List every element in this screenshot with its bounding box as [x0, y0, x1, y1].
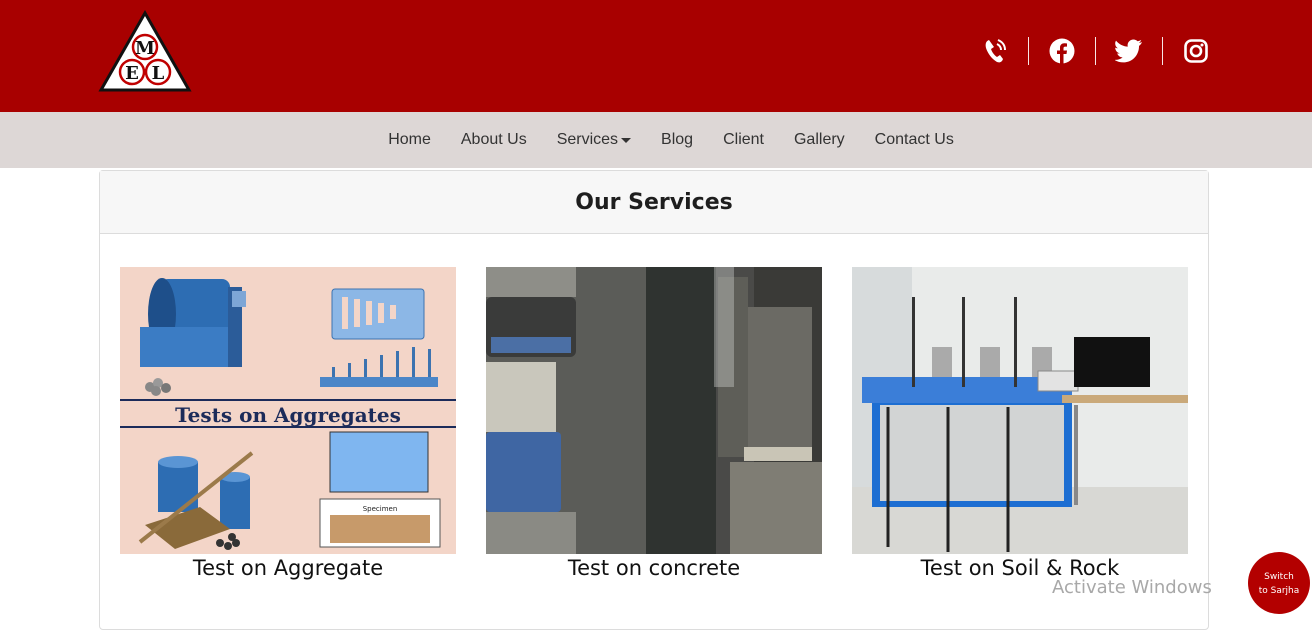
nav-blog[interactable]: Blog [646, 112, 708, 168]
main-navbar: Home About Us Services Blog Client Galle… [0, 112, 1312, 168]
nav-gallery-label: Gallery [793, 131, 845, 148]
nav-blog-label: Blog [661, 131, 694, 148]
nav-about-label: About Us [460, 131, 527, 148]
services-title: Our Services [575, 189, 733, 215]
facebook-icon[interactable] [1029, 36, 1095, 66]
service-caption-concrete[interactable]: Test on concrete [486, 556, 822, 580]
logo-letter-e: E [125, 63, 139, 84]
social-divider [1095, 37, 1096, 65]
twitter-icon[interactable] [1096, 36, 1162, 66]
services-header: Our Services [100, 171, 1208, 234]
nav-contact-us[interactable]: Contact Us [860, 112, 969, 168]
caret-down-icon [621, 137, 632, 143]
switch-label-line2: to Sarjha [1258, 586, 1300, 596]
nav-about-us[interactable]: About Us [446, 112, 542, 168]
specimen-label: Specimen [363, 505, 398, 513]
nav-client-label: Client [723, 131, 764, 148]
nav-menu: Home About Us Services Blog Client Galle… [0, 112, 1312, 168]
nav-home[interactable]: Home [373, 112, 446, 168]
service-caption-aggregate[interactable]: Test on Aggregate [120, 556, 456, 580]
services-card: Our Services Tests on Aggregates Specime… [99, 170, 1209, 630]
nav-home-label: Home [388, 131, 431, 148]
soil-rock-test-image[interactable] [852, 267, 1188, 554]
service-tile-concrete[interactable]: Test on concrete [486, 267, 822, 580]
nav-gallery[interactable]: Gallery [779, 112, 860, 168]
service-tile-aggregate[interactable]: Tests on Aggregates Specimen Test on Agg… [120, 267, 456, 580]
social-divider [1028, 37, 1029, 65]
service-tile-soil-rock[interactable]: Test on Soil & Rock [852, 267, 1188, 580]
instagram-icon[interactable] [1163, 36, 1229, 66]
nav-contact-label: Contact Us [874, 131, 954, 148]
activate-windows-watermark: Activate Windows [1052, 577, 1212, 598]
logo-letter-m: M [135, 38, 155, 59]
nav-services-label: Services [556, 131, 619, 148]
company-logo[interactable]: M E L [98, 10, 192, 94]
switch-label-line1: Switch [1264, 572, 1294, 582]
logo-letter-l: L [152, 63, 165, 84]
aggregate-test-image[interactable]: Tests on Aggregates Specimen [120, 267, 456, 554]
concrete-test-image[interactable] [486, 267, 822, 554]
aggregate-banner-text: Tests on Aggregates [175, 403, 401, 427]
social-links [962, 36, 1229, 66]
top-header: M E L [0, 0, 1312, 112]
switch-language-button[interactable]: Switch to Sarjha [1248, 552, 1310, 614]
nav-client[interactable]: Client [708, 112, 779, 168]
phone-icon[interactable] [962, 36, 1028, 66]
nav-services-dropdown[interactable]: Services [542, 112, 646, 168]
social-divider [1162, 37, 1163, 65]
